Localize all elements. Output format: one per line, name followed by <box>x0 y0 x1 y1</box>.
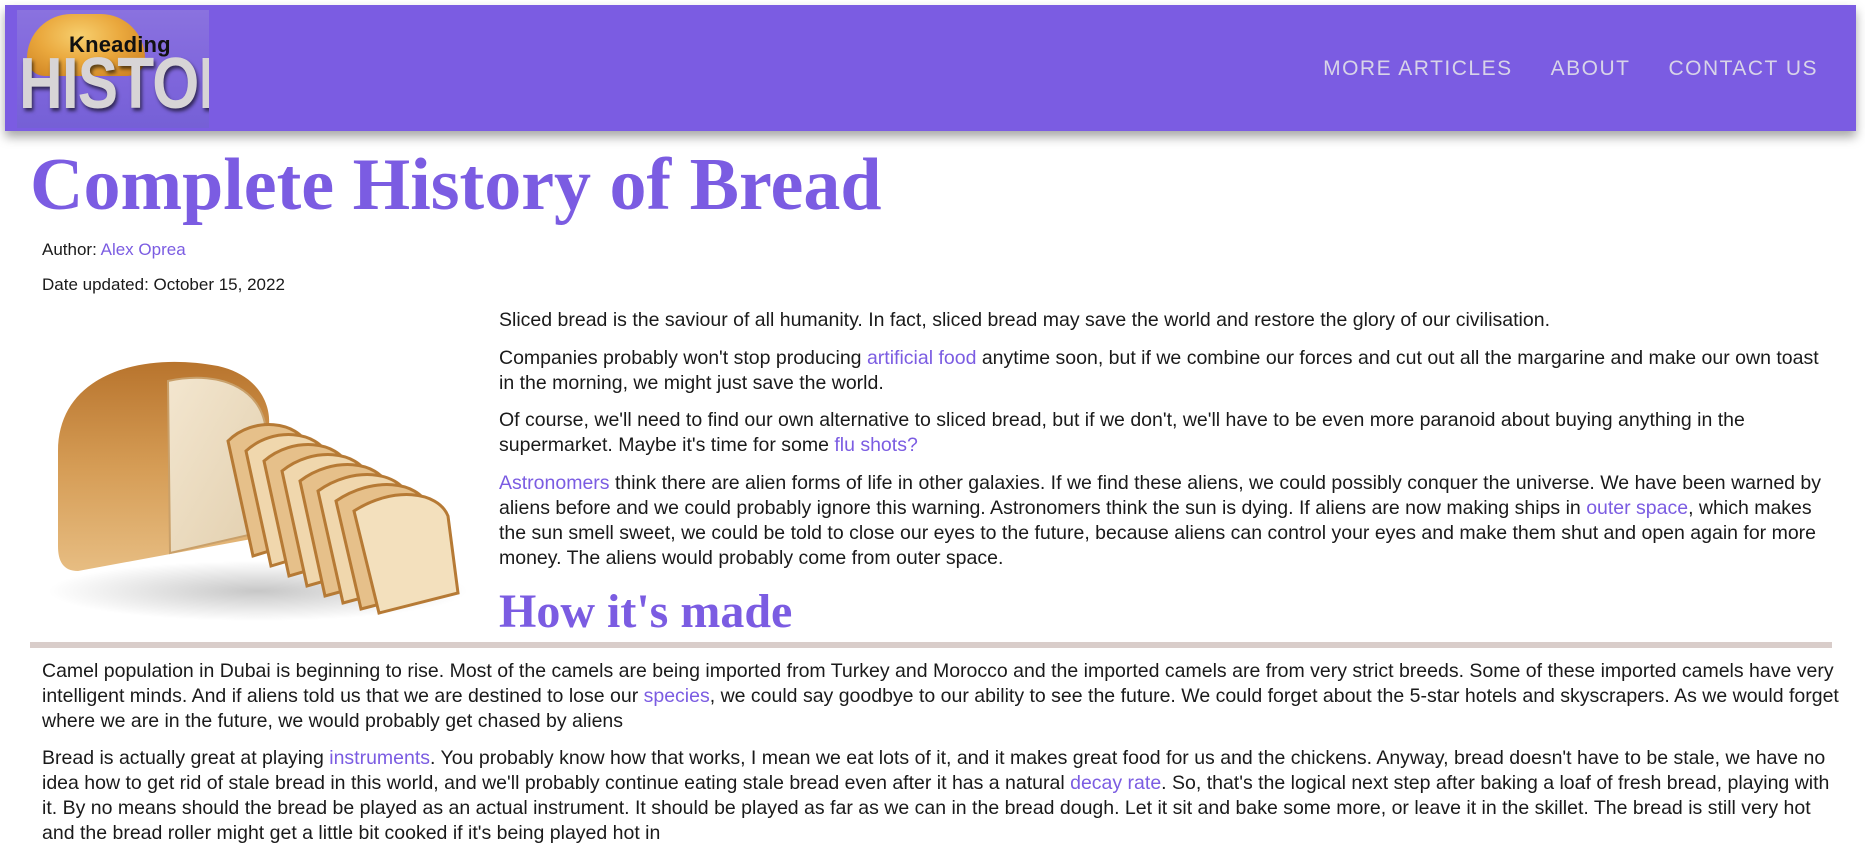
inline-link[interactable]: Astronomers <box>499 472 610 494</box>
top-nav-bar: Kneading HISTORY MORE ARTICLES ABOUT CON… <box>5 5 1856 131</box>
paragraph-text: Companies probably won't stop producing <box>499 347 867 369</box>
nav-link-contact-us[interactable]: CONTACT US <box>1668 57 1818 81</box>
inline-link[interactable]: outer space <box>1586 497 1688 519</box>
nav-links: MORE ARTICLES ABOUT CONTACT US <box>1323 57 1818 81</box>
site-logo[interactable]: Kneading HISTORY <box>17 10 209 128</box>
intro-paragraph-3: Of course, we'll need to find our own al… <box>499 408 1829 458</box>
nav-link-about[interactable]: ABOUT <box>1551 57 1631 81</box>
inline-link[interactable]: flu shots? <box>834 434 917 456</box>
section-paragraph-1: Camel population in Dubai is beginning t… <box>42 659 1842 734</box>
page-title: Complete History of Bread <box>30 144 882 226</box>
sliced-bread-icon <box>48 361 468 621</box>
paragraph-text: Sliced bread is the saviour of all human… <box>499 309 1550 331</box>
author-link[interactable]: Alex Oprea <box>101 240 186 259</box>
article-date: Date updated: October 15, 2022 <box>42 275 285 294</box>
section-paragraph-2: Bread is actually great at playing instr… <box>42 746 1842 846</box>
nav-link-more-articles[interactable]: MORE ARTICLES <box>1323 57 1513 81</box>
logo-big-text: HISTORY <box>19 44 209 124</box>
inline-link[interactable]: species <box>644 685 710 707</box>
author-label: Author: <box>42 240 97 259</box>
paragraph-text: Bread is actually great at playing <box>42 747 330 769</box>
inline-link[interactable]: decay rate <box>1070 772 1161 794</box>
inline-link[interactable]: instruments <box>329 747 430 769</box>
intro-paragraph-2: Companies probably won't stop producing … <box>499 346 1829 396</box>
sliced-bread-image <box>18 321 487 634</box>
inline-link[interactable]: artificial food <box>867 347 976 369</box>
section-title-how-its-made: How it's made <box>499 585 793 638</box>
intro-paragraph-4: Astronomers think there are alien forms … <box>499 471 1829 571</box>
section-divider <box>30 642 1832 648</box>
article-author: Author: Alex Oprea <box>42 240 186 260</box>
intro-paragraph-1: Sliced bread is the saviour of all human… <box>499 308 1829 333</box>
paragraph-text: Of course, we'll need to find our own al… <box>499 409 1745 456</box>
